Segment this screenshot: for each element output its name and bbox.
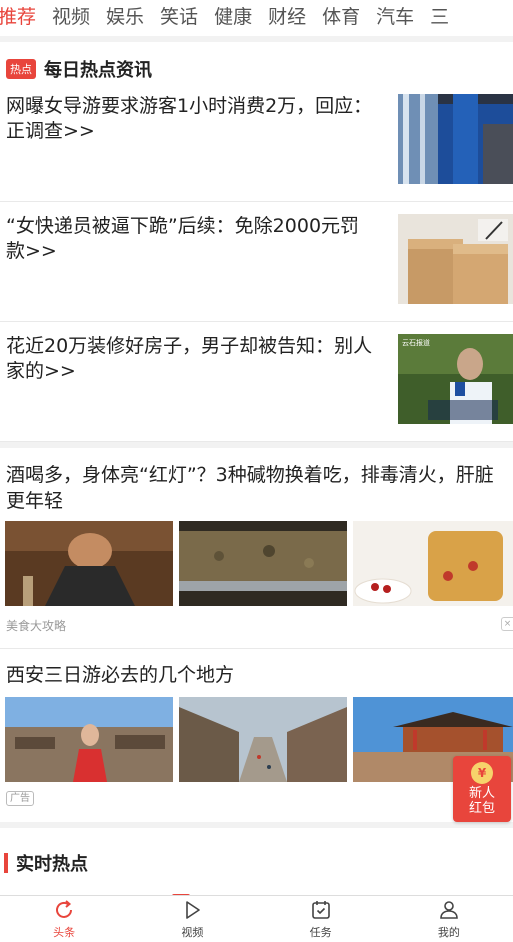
calendar-check-icon [311, 901, 330, 919]
nav-tasks[interactable]: 任务 [257, 896, 385, 942]
nav-label: 头条 [53, 926, 76, 939]
goji-tea-photo [353, 521, 513, 606]
thumb-caption: 云石报道 [402, 339, 430, 347]
news-title: “女快递员被逼下跪”后续：免除2000元罚款>> [6, 215, 360, 262]
news-item[interactable]: “女快递员被逼下跪”后续：免除2000元罚款>> [0, 202, 513, 322]
article-image-row[interactable] [5, 521, 513, 606]
old-town-street-photo [179, 697, 347, 782]
tab-auto[interactable]: 汽车 [368, 0, 422, 34]
parcel-signing-photo [398, 214, 513, 304]
ad-title[interactable]: 西安三日游必去的几个地方 [6, 662, 511, 688]
tab-finance[interactable]: 财经 [260, 0, 314, 34]
realtime-hot-title: 实时热点 [16, 854, 88, 875]
user-icon [440, 901, 458, 919]
interview-man-photo: 云石报道 [398, 334, 513, 424]
refresh-icon [56, 900, 73, 918]
new-user-red-envelope-button[interactable]: ¥ 新人 红包 [453, 756, 511, 822]
play-icon [186, 901, 201, 919]
hot-badge: 热点 [6, 59, 36, 79]
nav-label: 我的 [437, 926, 460, 939]
tab-recommend[interactable]: 推荐 [0, 0, 44, 34]
article-title[interactable]: 酒喝多，身体亮“红灯”？3种碱物换着吃，排毒清火，肝脏更年轻 [6, 462, 511, 514]
realtime-hot-header: 实时热点 [4, 850, 88, 876]
coin-icon: ¥ [471, 762, 493, 784]
hot-section-title: 每日热点资讯 [44, 60, 152, 81]
section-divider [0, 442, 513, 448]
bottom-nav: 头条 视频 任务 我的 [0, 895, 513, 942]
news-title: 花近20万装修好房子，男子却被告知：别人家的>> [6, 335, 373, 382]
section-divider [0, 36, 513, 42]
nav-headlines[interactable]: 头条 [0, 896, 128, 942]
red-envelope-label-2: 红包 [468, 801, 495, 816]
nav-video[interactable]: 视频 [128, 896, 256, 942]
ad-label: 广告 [6, 791, 34, 806]
ad-image-row[interactable] [5, 697, 513, 782]
dried-herbs-photo [179, 521, 347, 606]
news-item[interactable]: 花近20万装修好房子，男子却被告知：别人家的>> 云石报道 [0, 322, 513, 442]
bus-interior-photo [398, 94, 513, 184]
tab-entertainment[interactable]: 娱乐 [98, 0, 152, 34]
close-icon[interactable]: × [501, 617, 513, 631]
nav-label: 视频 [181, 926, 204, 939]
hot-section-header: 热点 每日热点资讯 [6, 56, 152, 82]
drinking-man-photo [5, 521, 173, 606]
nav-label: 任务 [309, 926, 332, 939]
news-title: 网曝女导游要求游客1小时消费2万，回应：正调查>> [6, 95, 373, 142]
news-item[interactable]: 网曝女导游要求游客1小时消费2万，回应：正调查>> [0, 82, 513, 202]
section-divider [0, 822, 513, 828]
tab-more[interactable]: 三 [422, 0, 457, 34]
channel-tabs: 推荐 视频 娱乐 笑话 健康 财经 体育 汽车 三 [0, 0, 513, 34]
divider [0, 648, 513, 649]
accent-bar [4, 853, 8, 873]
nav-profile[interactable]: 我的 [385, 896, 513, 942]
red-envelope-label-1: 新人 [468, 786, 495, 801]
tab-health[interactable]: 健康 [206, 0, 260, 34]
tab-jokes[interactable]: 笑话 [152, 0, 206, 34]
tab-video[interactable]: 视频 [44, 0, 98, 34]
article-source: 美食大攻略 [6, 619, 67, 633]
tab-sports[interactable]: 体育 [314, 0, 368, 34]
ancient-village-woman-photo [5, 697, 173, 782]
